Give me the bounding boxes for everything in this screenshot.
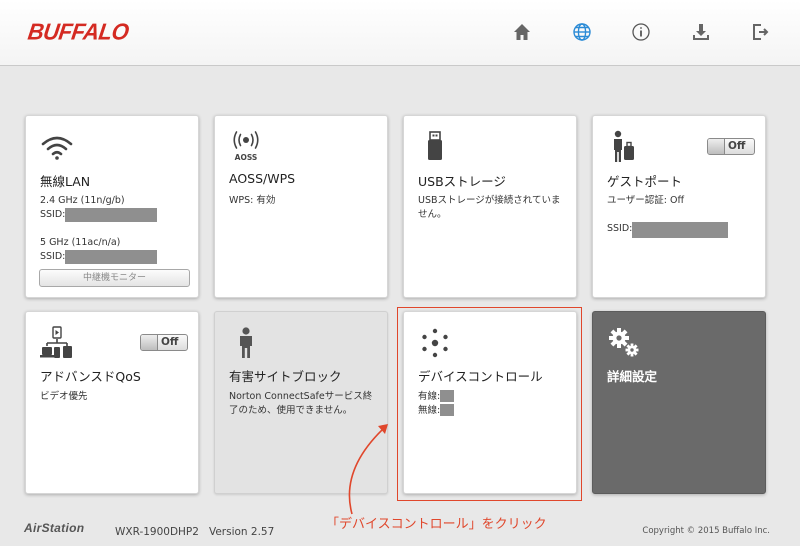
airstation-logo: AirStation (24, 521, 85, 535)
tile-title: 無線LAN (40, 174, 91, 189)
callout-arrow (348, 424, 388, 515)
globe-icon[interactable] (570, 20, 594, 44)
child-person-icon (229, 326, 263, 360)
tile-title: AOSS/WPS (229, 171, 296, 186)
tile-aoss-wps[interactable]: AOSS AOSS/WPS WPS: 有効 (214, 115, 388, 298)
usb-drive-icon (418, 130, 452, 164)
tile-title: 詳細設定 (607, 369, 658, 384)
ssid-5ghz: SSID: (40, 250, 158, 264)
qos-status: ビデオ優先 (40, 391, 88, 402)
gears-icon (607, 326, 641, 360)
guest-ssid: SSID: (607, 222, 729, 238)
tile-advanced-settings[interactable]: 詳細設定 (592, 311, 766, 494)
ssid-24ghz: SSID: (40, 208, 158, 222)
band-5ghz: 5 GHz (11ac/n/a) (40, 237, 121, 248)
guest-auth-status: ユーザー認証: Off (607, 195, 685, 206)
ssid-label: SSID: (40, 251, 66, 262)
redacted-ssid (65, 208, 158, 222)
wifi-icon (40, 130, 74, 164)
download-icon[interactable] (689, 20, 713, 44)
harmful-block-status: Norton ConnectSafeサービス終了のため、使用できません。 (229, 391, 373, 416)
home-icon[interactable] (510, 20, 534, 44)
redacted-ssid (65, 250, 158, 264)
tile-usb-storage[interactable]: USBストレージ USBストレージが接続されていません。 (403, 115, 577, 298)
top-header: BUFFALO (0, 0, 800, 66)
usb-status: USBストレージが接続されていません。 (418, 195, 561, 220)
wps-status: WPS: 有効 (229, 195, 276, 206)
ssid-label: SSID: (607, 223, 633, 234)
repeater-monitor-button[interactable]: 中継機モニター (39, 269, 190, 287)
guest-traveler-icon (607, 130, 641, 164)
qos-devices-icon (40, 326, 74, 360)
qos-toggle[interactable]: Off (140, 334, 188, 351)
tile-wireless-lan[interactable]: 無線LAN 2.4 GHz (11n/g/b) SSID: 5 GHz (11a… (25, 115, 199, 298)
info-icon[interactable] (629, 20, 653, 44)
svg-text:AOSS: AOSS (235, 153, 258, 162)
aoss-icon: AOSS (229, 130, 263, 164)
toggle-label: Off (728, 140, 746, 152)
ssid-label: SSID: (40, 209, 66, 220)
band-24ghz: 2.4 GHz (11n/g/b) (40, 195, 125, 206)
tile-guest-port[interactable]: Off ゲストポート ユーザー認証: Off SSID: (592, 115, 766, 298)
tile-title: アドバンスドQoS (40, 369, 141, 384)
click-instruction: 「デバイスコントロール」をクリック (326, 517, 547, 532)
toggle-knob (141, 335, 158, 350)
tile-advanced-qos[interactable]: Off アドバンスドQoS ビデオ優先 (25, 311, 199, 494)
toggle-knob (708, 139, 725, 154)
device-control-highlight-box (397, 307, 582, 501)
tile-title: 有害サイトブロック (229, 369, 342, 384)
guest-port-toggle[interactable]: Off (707, 138, 755, 155)
redacted-ssid (632, 222, 729, 238)
logout-icon[interactable] (748, 20, 772, 44)
tile-title: ゲストポート (607, 174, 683, 189)
copyright: Copyright © 2015 Buffalo Inc. (642, 526, 770, 536)
toggle-label: Off (161, 336, 179, 348)
model-version: WXR-1900DHP2 Version 2.57 (115, 526, 275, 538)
buffalo-logo: BUFFALO (26, 18, 131, 45)
tile-title: USBストレージ (418, 174, 506, 189)
